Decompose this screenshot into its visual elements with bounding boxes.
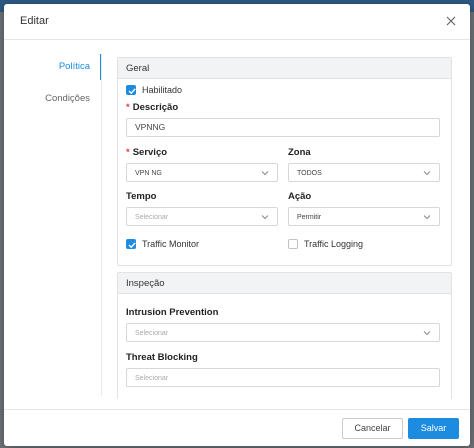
traffic-monitor-checkbox[interactable]: Traffic Monitor: [126, 239, 199, 249]
checkbox-checked-icon: [126, 239, 136, 249]
modal-footer: Cancelar Salvar: [4, 409, 470, 446]
section-inspecao: Inspeção Intrusion Prevention Selecionar…: [117, 272, 452, 399]
intrusion-prevention-select[interactable]: Selecionar: [126, 323, 440, 342]
required-icon: *: [126, 102, 130, 113]
enabled-label: Habilitado: [142, 85, 183, 95]
form-content: Geral Habilitado * Descrição VPNNG * Servi…: [108, 53, 461, 399]
zona-label: Zona: [288, 147, 311, 158]
chevron-down-icon: [261, 171, 269, 176]
required-icon: *: [126, 147, 130, 158]
checkbox-unchecked-icon: [288, 239, 298, 249]
tempo-select[interactable]: Selecionar: [126, 207, 278, 226]
traffic-logging-checkbox[interactable]: Traffic Logging: [288, 239, 363, 249]
nav-item-politica[interactable]: Política: [4, 54, 102, 86]
close-icon[interactable]: [444, 14, 458, 28]
servico-label: * Serviço: [126, 147, 168, 158]
side-nav: Política Condições: [4, 54, 102, 118]
edit-modal: Editar Política Condições Geral Habilita…: [4, 4, 470, 446]
threat-blocking-label: Threat Blocking: [126, 352, 198, 363]
save-button[interactable]: Salvar: [408, 418, 459, 439]
zona-select[interactable]: TODOS: [288, 163, 440, 182]
chevron-down-icon: [423, 215, 431, 220]
nav-item-condicoes[interactable]: Condições: [4, 86, 102, 118]
enabled-checkbox[interactable]: Habilitado: [126, 85, 182, 95]
traffic-logging-label: Traffic Logging: [304, 239, 364, 249]
checkbox-checked-icon: [126, 85, 136, 95]
modal-header: Editar: [4, 4, 470, 40]
descricao-input[interactable]: VPNNG: [126, 118, 440, 137]
traffic-monitor-label: Traffic Monitor: [142, 239, 200, 249]
chevron-down-icon: [261, 215, 269, 220]
nav-divider: [101, 54, 102, 396]
chevron-down-icon: [423, 171, 431, 176]
acao-select[interactable]: Permitir: [288, 207, 440, 226]
section-header-general: Geral: [118, 58, 451, 79]
intrusion-prevention-label: Intrusion Prevention: [126, 307, 219, 318]
tempo-label: Tempo: [126, 191, 157, 202]
section-header-inspecao: Inspeção: [118, 273, 451, 294]
chevron-down-icon: [423, 331, 431, 336]
descricao-label: * Descrição: [126, 102, 179, 113]
modal-title: Editar: [20, 15, 49, 27]
acao-label: Ação: [288, 191, 312, 202]
servico-select[interactable]: VPN NG: [126, 163, 278, 182]
cancel-button[interactable]: Cancelar: [342, 418, 403, 439]
threat-blocking-select[interactable]: Selecionar: [126, 368, 440, 387]
section-general: Geral Habilitado * Descrição VPNNG * Servi…: [117, 57, 452, 266]
